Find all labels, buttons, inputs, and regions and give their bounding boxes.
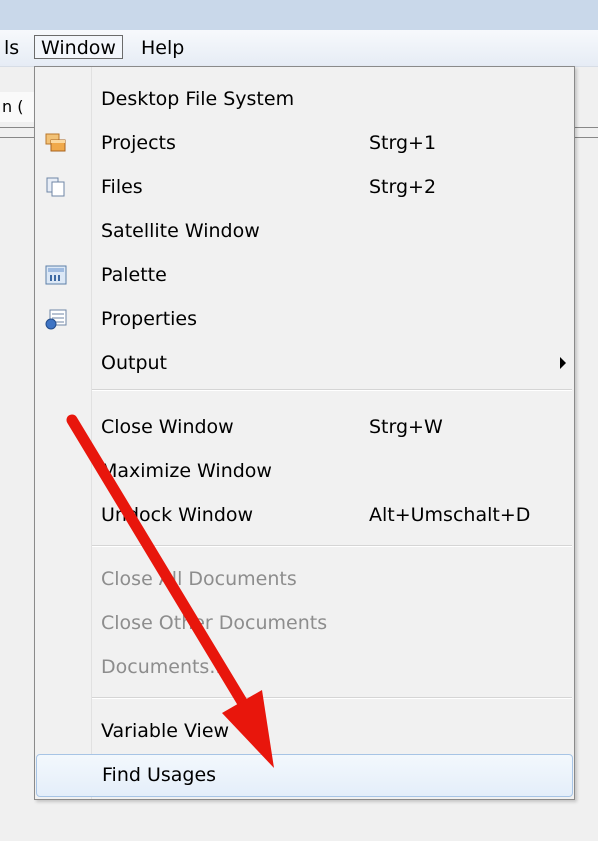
menu-item-palette[interactable]: Palette [35, 255, 574, 295]
menu-item-shortcut: Alt+Umschalt+D [369, 504, 531, 526]
projects-icon [45, 132, 67, 154]
menu-item-label: Maximize Window [101, 460, 272, 482]
menu-item-shortcut: Strg+2 [369, 176, 437, 198]
menu-item-label: Files [101, 176, 143, 198]
background-divider [575, 127, 598, 128]
menu-item-label: Satellite Window [101, 220, 260, 242]
menu-item-label: Close All Documents [101, 568, 297, 590]
menu-item-shortcut: Strg+1 [369, 132, 437, 154]
menu-item-documents: Documents... [35, 647, 574, 687]
menu-item-close-all-documents: Close All Documents [35, 559, 574, 599]
menu-item-close-window[interactable]: Close Window Strg+W [35, 407, 574, 447]
menu-item-label: Close Window [101, 416, 234, 438]
menu-item-properties[interactable]: Properties [35, 299, 574, 339]
menu-item-label: Documents... [101, 656, 228, 678]
menubar-item-window[interactable]: Window [34, 35, 123, 59]
menu-item-undock-window[interactable]: Undock Window Alt+Umschalt+D [35, 495, 574, 535]
palette-icon [45, 264, 67, 286]
menu-separator [92, 697, 572, 699]
background-divider [0, 137, 34, 138]
menu-item-projects[interactable]: Projects Strg+1 [35, 123, 574, 163]
submenu-arrow-icon [560, 357, 566, 369]
menu-item-satellite-window[interactable]: Satellite Window [35, 211, 574, 251]
background-divider [575, 137, 598, 138]
background-tab[interactable]: n ( [0, 92, 37, 122]
menu-item-close-other-documents: Close Other Documents [35, 603, 574, 643]
menu-item-shortcut: Strg+W [369, 416, 443, 438]
menubar: ls Window Help [0, 30, 598, 67]
menu-separator [92, 389, 572, 391]
menu-item-output[interactable]: Output [35, 343, 574, 383]
menu-item-find-usages[interactable]: Find Usages [36, 754, 573, 797]
menu-item-label: Undock Window [101, 504, 254, 526]
menu-item-label: Desktop File System [101, 88, 295, 110]
properties-icon [45, 308, 67, 330]
window-title-strip [0, 0, 598, 30]
menu-item-label: Variable View [101, 720, 230, 742]
background-divider [0, 127, 34, 128]
menu-item-label: Properties [101, 308, 198, 330]
menubar-item-tools[interactable]: ls [0, 36, 25, 60]
menu-item-maximize-window[interactable]: Maximize Window [35, 451, 574, 491]
window-menu-dropdown: Desktop File System Projects Strg+1 File… [34, 66, 575, 800]
menu-item-label: Close Other Documents [101, 612, 328, 634]
files-icon [45, 176, 67, 198]
menu-item-label: Palette [101, 264, 167, 286]
menu-item-files[interactable]: Files Strg+2 [35, 167, 574, 207]
menu-item-label: Find Usages [102, 764, 217, 786]
menu-item-desktop-file-system[interactable]: Desktop File System [35, 79, 574, 119]
menubar-item-help[interactable]: Help [135, 36, 190, 60]
menu-item-variable-view[interactable]: Variable View [35, 711, 574, 751]
menu-item-label: Output [101, 352, 167, 374]
menu-item-label: Projects [101, 132, 176, 154]
menu-separator [92, 545, 572, 547]
